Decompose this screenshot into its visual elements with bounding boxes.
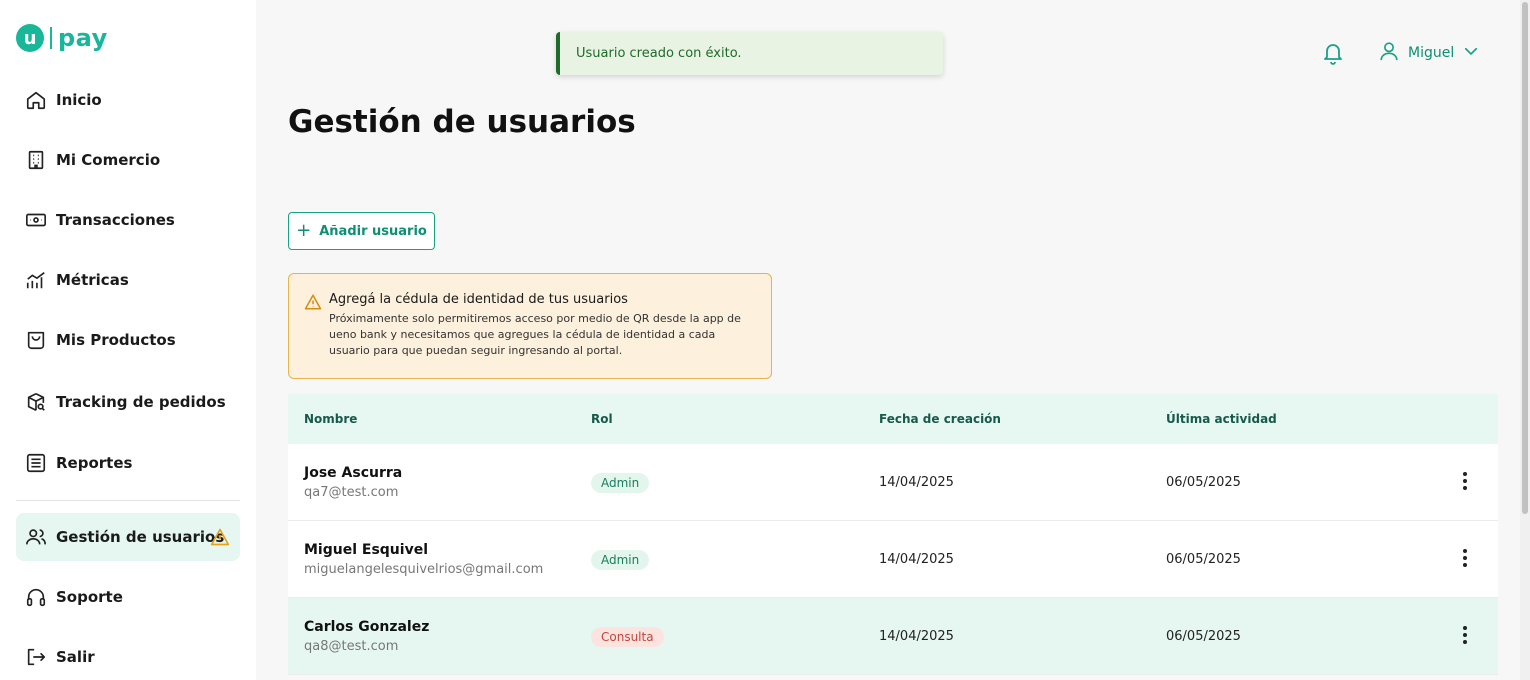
column-header-ultima-actividad[interactable]: Última actividad [1166, 412, 1277, 426]
sidebar-item-label: Métricas [56, 271, 129, 289]
sidebar-item-label: Inicio [56, 91, 102, 109]
sidebar-item-mi-comercio[interactable]: Mi Comercio [16, 136, 240, 184]
user-name: Miguel Esquivel [304, 541, 428, 558]
table-header: Nombre Rol Fecha de creación Última acti… [288, 394, 1498, 444]
sidebar-item-label: Gestión de usuarios [56, 528, 225, 546]
last-activity-date: 06/05/2025 [1166, 474, 1241, 490]
toast-message: Usuario creado con éxito. [576, 46, 742, 61]
sidebar-item-label: Soporte [56, 588, 123, 606]
user-cell: Jose Ascurra qa7@test.com [304, 465, 402, 500]
sidebar-item-mis-productos[interactable]: Mis Productos [16, 316, 240, 364]
user-name: Jose Ascurra [304, 464, 403, 481]
sidebar: u pay Inicio Mi Comercio Transacciones M… [0, 0, 256, 680]
cash-icon [24, 208, 48, 232]
user-name: Miguel [1408, 45, 1455, 61]
users-table: Nombre Rol Fecha de creación Última acti… [288, 394, 1498, 675]
alert-title: Agregá la cédula de identidad de tus usu… [329, 292, 628, 307]
users-icon [24, 525, 48, 549]
logout-icon [24, 645, 48, 669]
warning-icon [210, 527, 230, 547]
brand-logo[interactable]: u pay [16, 24, 108, 52]
sidebar-item-label: Tracking de pedidos [56, 393, 226, 411]
sidebar-item-transacciones[interactable]: Transacciones [16, 196, 240, 244]
sidebar-item-label: Mis Productos [56, 331, 176, 349]
bag-icon [24, 328, 48, 352]
headset-icon [24, 585, 48, 609]
column-header-nombre[interactable]: Nombre [304, 412, 357, 426]
alert-text: Próximamente solo permitiremos acceso po… [329, 312, 741, 357]
user-name: Carlos Gonzalez [304, 618, 430, 635]
user-icon [1378, 39, 1400, 67]
bell-icon[interactable] [1321, 40, 1345, 66]
sidebar-item-label: Salir [56, 648, 95, 666]
user-menu[interactable]: Miguel [1378, 40, 1480, 66]
plus-icon: + [296, 220, 312, 241]
logo-text: pay [58, 24, 108, 52]
table-row: Miguel Esquivel miguelangelesquivelrios@… [288, 521, 1498, 598]
last-activity-date: 06/05/2025 [1166, 551, 1241, 567]
last-activity-date: 06/05/2025 [1166, 628, 1241, 644]
logo-badge: u [16, 24, 44, 52]
warning-alert: Agregá la cédula de identidad de tus usu… [288, 273, 772, 379]
sidebar-divider [16, 500, 240, 501]
document-list-icon [24, 451, 48, 475]
sidebar-item-gestion-usuarios[interactable]: Gestión de usuarios [16, 513, 240, 561]
scrollbar-thumb[interactable] [1522, 2, 1528, 514]
user-email: qa8@test.com [304, 638, 399, 654]
page-title: Gestión de usuarios [288, 104, 636, 140]
add-user-label: Añadir usuario [319, 223, 427, 239]
user-email: miguelangelesquivelrios@gmail.com [304, 561, 544, 577]
add-user-button[interactable]: + Añadir usuario [288, 212, 435, 250]
building-icon [24, 148, 48, 172]
chart-icon [24, 268, 48, 292]
sidebar-item-reportes[interactable]: Reportes [16, 439, 240, 487]
sidebar-item-label: Reportes [56, 454, 133, 472]
role-badge: Admin [591, 472, 650, 493]
package-search-icon [24, 390, 48, 414]
success-toast: Usuario creado con éxito. [556, 32, 943, 75]
sidebar-item-label: Transacciones [56, 211, 175, 229]
warning-icon [304, 293, 322, 311]
logo-separator [50, 27, 52, 49]
vertical-scrollbar[interactable] [1520, 0, 1530, 680]
more-options-icon[interactable] [1454, 623, 1476, 647]
sidebar-item-tracking[interactable]: Tracking de pedidos [16, 378, 240, 426]
created-date: 14/04/2025 [879, 628, 954, 644]
sidebar-item-inicio[interactable]: Inicio [16, 76, 240, 124]
role-badge: Admin [591, 549, 650, 570]
user-cell: Miguel Esquivel miguelangelesquivelrios@… [304, 542, 543, 577]
more-options-icon[interactable] [1454, 469, 1476, 493]
sidebar-item-salir[interactable]: Salir [16, 633, 240, 680]
created-date: 14/04/2025 [879, 474, 954, 490]
chevron-down-icon [1462, 42, 1480, 64]
table-row: Carlos Gonzalez qa8@test.com Consulta 14… [288, 598, 1498, 675]
table-row: Jose Ascurra qa7@test.com Admin 14/04/20… [288, 444, 1498, 521]
sidebar-item-metricas[interactable]: Métricas [16, 256, 240, 304]
column-header-rol[interactable]: Rol [591, 412, 613, 426]
home-icon [24, 88, 48, 112]
sidebar-item-label: Mi Comercio [56, 151, 161, 169]
created-date: 14/04/2025 [879, 551, 954, 567]
sidebar-item-soporte[interactable]: Soporte [16, 573, 240, 621]
user-email: qa7@test.com [304, 484, 399, 500]
column-header-fecha-creacion[interactable]: Fecha de creación [879, 412, 1001, 426]
role-badge: Consulta [591, 626, 664, 647]
user-cell: Carlos Gonzalez qa8@test.com [304, 619, 429, 654]
more-options-icon[interactable] [1454, 546, 1476, 570]
